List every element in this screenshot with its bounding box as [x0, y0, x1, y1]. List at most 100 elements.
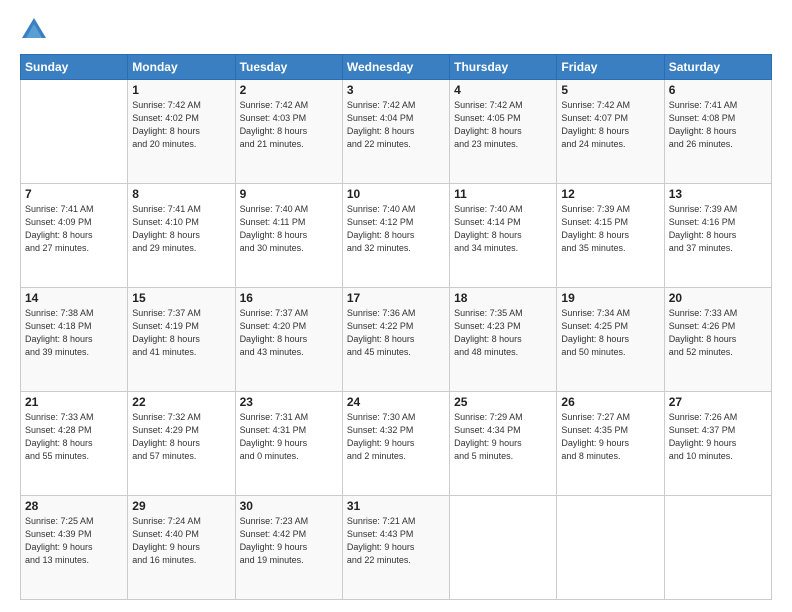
col-header-friday: Friday	[557, 55, 664, 80]
calendar-cell: 8 Sunrise: 7:41 AM Sunset: 4:10 PM Daylig…	[128, 184, 235, 288]
calendar-cell: 28 Sunrise: 7:25 AM Sunset: 4:39 PM Dayli…	[21, 496, 128, 600]
day-number: 12	[561, 187, 659, 201]
calendar-cell: 4 Sunrise: 7:42 AM Sunset: 4:05 PM Daylig…	[450, 80, 557, 184]
day-info: Sunrise: 7:41 AM Sunset: 4:10 PM Dayligh…	[132, 203, 230, 255]
logo-icon	[20, 16, 48, 44]
day-info: Sunrise: 7:42 AM Sunset: 4:04 PM Dayligh…	[347, 99, 445, 151]
col-header-tuesday: Tuesday	[235, 55, 342, 80]
day-number: 18	[454, 291, 552, 305]
calendar-cell: 7Sunrise: 7:41 AM Sunset: 4:09 PM Daylig…	[21, 184, 128, 288]
calendar-week-row: 28 Sunrise: 7:25 AM Sunset: 4:39 PM Dayli…	[21, 496, 772, 600]
day-info: Sunrise: 7:38 AM Sunset: 4:18 PM Dayligh…	[25, 307, 123, 359]
day-info: Sunrise: 7:40 AM Sunset: 4:14 PM Dayligh…	[454, 203, 552, 255]
calendar-cell: 22 Sunrise: 7:32 AM Sunset: 4:29 PM Dayli…	[128, 392, 235, 496]
day-number: 6	[669, 83, 767, 97]
day-number: 10	[347, 187, 445, 201]
day-number: 28	[25, 499, 123, 513]
day-number: 25	[454, 395, 552, 409]
col-header-saturday: Saturday	[664, 55, 771, 80]
calendar-cell: 26Sunrise: 7:27 AM Sunset: 4:35 PM Dayli…	[557, 392, 664, 496]
calendar-cell: 9Sunrise: 7:40 AM Sunset: 4:11 PM Daylig…	[235, 184, 342, 288]
calendar-cell: 10 Sunrise: 7:40 AM Sunset: 4:12 PM Dayli…	[342, 184, 449, 288]
day-number: 21	[25, 395, 123, 409]
day-number: 8	[132, 187, 230, 201]
day-number: 7	[25, 187, 123, 201]
calendar-cell: 1 Sunrise: 7:42 AM Sunset: 4:02 PM Daylig…	[128, 80, 235, 184]
day-number: 20	[669, 291, 767, 305]
day-info: Sunrise: 7:34 AM Sunset: 4:25 PM Dayligh…	[561, 307, 659, 359]
calendar-cell: 5Sunrise: 7:42 AM Sunset: 4:07 PM Daylig…	[557, 80, 664, 184]
calendar-cell: 16 Sunrise: 7:37 AM Sunset: 4:20 PM Dayli…	[235, 288, 342, 392]
day-info: Sunrise: 7:30 AM Sunset: 4:32 PM Dayligh…	[347, 411, 445, 463]
day-info: Sunrise: 7:26 AM Sunset: 4:37 PM Dayligh…	[669, 411, 767, 463]
day-info: Sunrise: 7:33 AM Sunset: 4:28 PM Dayligh…	[25, 411, 123, 463]
calendar-cell: 29Sunrise: 7:24 AM Sunset: 4:40 PM Dayli…	[128, 496, 235, 600]
calendar-cell: 27 Sunrise: 7:26 AM Sunset: 4:37 PM Dayli…	[664, 392, 771, 496]
calendar-cell: 13Sunrise: 7:39 AM Sunset: 4:16 PM Dayli…	[664, 184, 771, 288]
day-info: Sunrise: 7:42 AM Sunset: 4:03 PM Dayligh…	[240, 99, 338, 151]
day-number: 11	[454, 187, 552, 201]
calendar-cell	[557, 496, 664, 600]
day-number: 23	[240, 395, 338, 409]
day-number: 3	[347, 83, 445, 97]
day-info: Sunrise: 7:36 AM Sunset: 4:22 PM Dayligh…	[347, 307, 445, 359]
day-info: Sunrise: 7:40 AM Sunset: 4:11 PM Dayligh…	[240, 203, 338, 255]
day-number: 1	[132, 83, 230, 97]
col-header-monday: Monday	[128, 55, 235, 80]
day-number: 13	[669, 187, 767, 201]
calendar-cell: 18 Sunrise: 7:35 AM Sunset: 4:23 PM Dayli…	[450, 288, 557, 392]
day-info: Sunrise: 7:29 AM Sunset: 4:34 PM Dayligh…	[454, 411, 552, 463]
day-number: 2	[240, 83, 338, 97]
day-number: 30	[240, 499, 338, 513]
day-info: Sunrise: 7:25 AM Sunset: 4:39 PM Dayligh…	[25, 515, 123, 567]
day-info: Sunrise: 7:37 AM Sunset: 4:19 PM Dayligh…	[132, 307, 230, 359]
calendar-cell: 17 Sunrise: 7:36 AM Sunset: 4:22 PM Dayli…	[342, 288, 449, 392]
day-info: Sunrise: 7:39 AM Sunset: 4:15 PM Dayligh…	[561, 203, 659, 255]
calendar-cell: 11 Sunrise: 7:40 AM Sunset: 4:14 PM Dayli…	[450, 184, 557, 288]
calendar-cell: 25 Sunrise: 7:29 AM Sunset: 4:34 PM Dayli…	[450, 392, 557, 496]
calendar-cell: 19 Sunrise: 7:34 AM Sunset: 4:25 PM Dayli…	[557, 288, 664, 392]
day-number: 16	[240, 291, 338, 305]
day-number: 4	[454, 83, 552, 97]
calendar-cell	[450, 496, 557, 600]
day-number: 27	[669, 395, 767, 409]
day-info: Sunrise: 7:37 AM Sunset: 4:20 PM Dayligh…	[240, 307, 338, 359]
col-header-sunday: Sunday	[21, 55, 128, 80]
calendar-week-row: 7Sunrise: 7:41 AM Sunset: 4:09 PM Daylig…	[21, 184, 772, 288]
day-number: 22	[132, 395, 230, 409]
calendar-cell: 23 Sunrise: 7:31 AM Sunset: 4:31 PM Dayli…	[235, 392, 342, 496]
day-info: Sunrise: 7:42 AM Sunset: 4:02 PM Dayligh…	[132, 99, 230, 151]
day-number: 19	[561, 291, 659, 305]
logo	[20, 16, 52, 44]
day-info: Sunrise: 7:32 AM Sunset: 4:29 PM Dayligh…	[132, 411, 230, 463]
calendar-cell: 2 Sunrise: 7:42 AM Sunset: 4:03 PM Daylig…	[235, 80, 342, 184]
calendar-week-row: 21 Sunrise: 7:33 AM Sunset: 4:28 PM Dayli…	[21, 392, 772, 496]
calendar-table: SundayMondayTuesdayWednesdayThursdayFrid…	[20, 54, 772, 600]
day-info: Sunrise: 7:21 AM Sunset: 4:43 PM Dayligh…	[347, 515, 445, 567]
day-info: Sunrise: 7:33 AM Sunset: 4:26 PM Dayligh…	[669, 307, 767, 359]
day-number: 17	[347, 291, 445, 305]
calendar-cell: 21 Sunrise: 7:33 AM Sunset: 4:28 PM Dayli…	[21, 392, 128, 496]
calendar-cell: 30 Sunrise: 7:23 AM Sunset: 4:42 PM Dayli…	[235, 496, 342, 600]
day-number: 31	[347, 499, 445, 513]
calendar-cell: 6 Sunrise: 7:41 AM Sunset: 4:08 PM Daylig…	[664, 80, 771, 184]
day-number: 14	[25, 291, 123, 305]
col-header-thursday: Thursday	[450, 55, 557, 80]
calendar-cell: 24 Sunrise: 7:30 AM Sunset: 4:32 PM Dayli…	[342, 392, 449, 496]
day-info: Sunrise: 7:41 AM Sunset: 4:08 PM Dayligh…	[669, 99, 767, 151]
day-info: Sunrise: 7:42 AM Sunset: 4:05 PM Dayligh…	[454, 99, 552, 151]
day-info: Sunrise: 7:35 AM Sunset: 4:23 PM Dayligh…	[454, 307, 552, 359]
calendar-cell	[21, 80, 128, 184]
day-number: 29	[132, 499, 230, 513]
calendar-cell: 14 Sunrise: 7:38 AM Sunset: 4:18 PM Dayli…	[21, 288, 128, 392]
day-number: 5	[561, 83, 659, 97]
day-info: Sunrise: 7:40 AM Sunset: 4:12 PM Dayligh…	[347, 203, 445, 255]
calendar-cell: 15Sunrise: 7:37 AM Sunset: 4:19 PM Dayli…	[128, 288, 235, 392]
day-number: 24	[347, 395, 445, 409]
page: SundayMondayTuesdayWednesdayThursdayFrid…	[0, 0, 792, 612]
day-info: Sunrise: 7:27 AM Sunset: 4:35 PM Dayligh…	[561, 411, 659, 463]
calendar-cell: 12 Sunrise: 7:39 AM Sunset: 4:15 PM Dayli…	[557, 184, 664, 288]
day-info: Sunrise: 7:31 AM Sunset: 4:31 PM Dayligh…	[240, 411, 338, 463]
calendar-cell	[664, 496, 771, 600]
day-info: Sunrise: 7:23 AM Sunset: 4:42 PM Dayligh…	[240, 515, 338, 567]
